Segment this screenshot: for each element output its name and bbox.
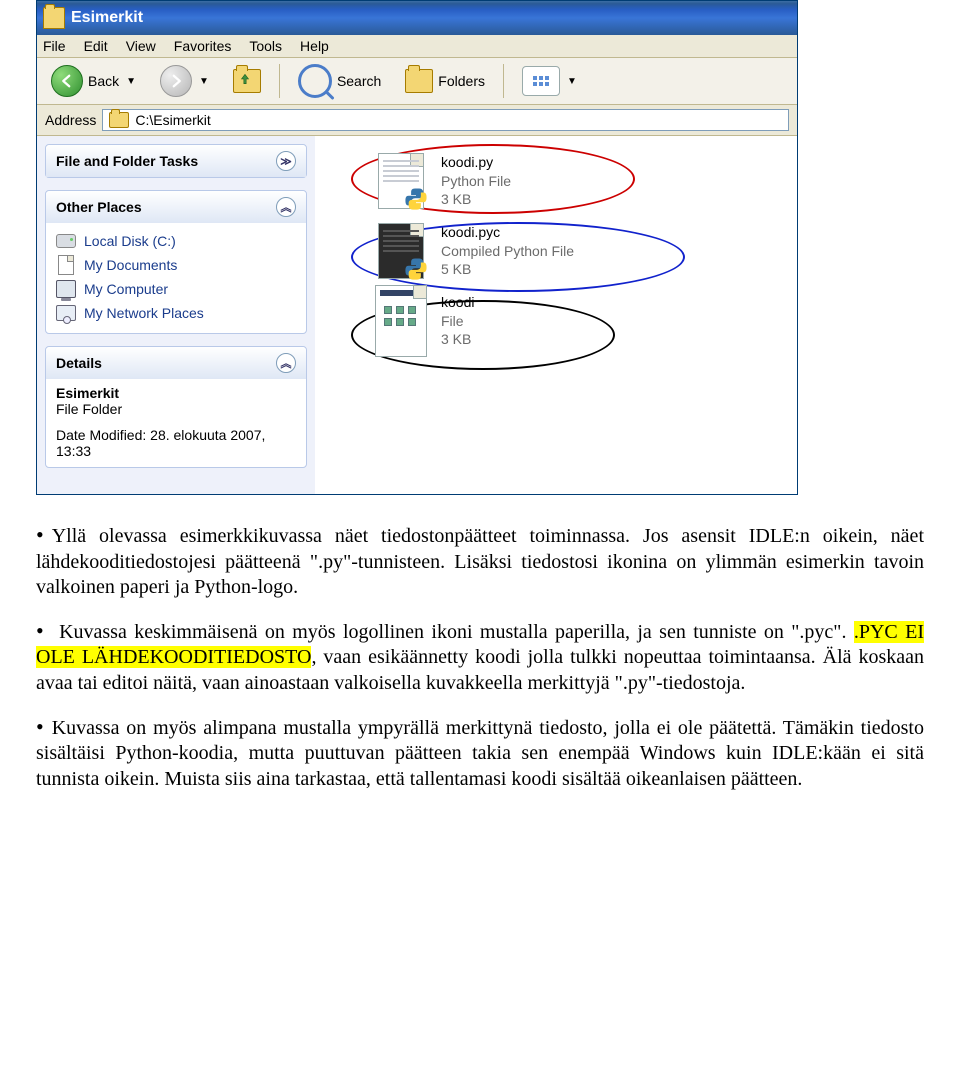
tasks-title: File and Folder Tasks (56, 153, 198, 169)
expand-icon[interactable]: ≫ (276, 151, 296, 171)
file-item-py[interactable]: koodi.py Python File 3 KB (375, 146, 787, 216)
file-item-pyc[interactable]: koodi.pyc Compiled Python File 5 KB (375, 216, 787, 286)
document-icon (58, 255, 74, 275)
folders-icon (405, 69, 433, 93)
file-folder-tasks: File and Folder Tasks ≫ (45, 144, 307, 178)
place-label: My Network Places (84, 305, 204, 321)
back-button[interactable]: Back ▼ (41, 63, 146, 99)
details-panel: Details ︽ Esimerkit File Folder Date Mod… (45, 346, 307, 468)
address-path: C:\Esimerkit (135, 112, 210, 128)
search-label: Search (337, 73, 381, 89)
details-name: Esimerkit (56, 385, 296, 401)
file-type: Python File (441, 172, 511, 191)
details-kind: File Folder (56, 401, 296, 417)
file-type: File (441, 312, 474, 331)
menubar: File Edit View Favorites Tools Help (37, 35, 797, 58)
address-field[interactable]: C:\Esimerkit (102, 109, 789, 131)
forward-button[interactable]: ▼ (150, 63, 219, 99)
place-my-computer[interactable]: My Computer (56, 277, 296, 301)
place-label: My Computer (84, 281, 168, 297)
folder-icon (109, 112, 129, 128)
folder-up-icon (233, 69, 261, 93)
titlebar[interactable]: Esimerkit (37, 1, 797, 35)
folders-button[interactable]: Folders (395, 63, 495, 99)
menu-view[interactable]: View (126, 38, 156, 54)
menu-file[interactable]: File (43, 38, 66, 54)
chevron-down-icon: ▼ (126, 76, 136, 87)
folders-label: Folders (438, 73, 485, 89)
details-title: Details (56, 355, 102, 371)
computer-icon (56, 280, 76, 298)
place-label: My Documents (84, 257, 177, 273)
details-modified: Date Modified: 28. elokuuta 2007, 13:33 (56, 427, 296, 459)
paragraph-3: Kuvassa on myös alimpana mustalla ympyrä… (36, 713, 924, 793)
file-size: 3 KB (441, 190, 511, 209)
chevron-down-icon: ▼ (199, 76, 209, 87)
separator (279, 64, 280, 98)
menu-tools[interactable]: Tools (249, 38, 282, 54)
menu-favorites[interactable]: Favorites (174, 38, 232, 54)
views-icon (522, 66, 560, 96)
search-icon (298, 64, 332, 98)
search-button[interactable]: Search (288, 63, 391, 99)
chevron-down-icon: ▼ (567, 76, 577, 87)
back-arrow-icon (51, 65, 83, 97)
compiled-python-file-icon (375, 222, 427, 280)
place-my-network[interactable]: My Network Places (56, 301, 296, 325)
file-size: 5 KB (441, 260, 574, 279)
place-label: Local Disk (C:) (84, 233, 176, 249)
window-title: Esimerkit (71, 9, 143, 27)
separator (503, 64, 504, 98)
file-size: 3 KB (441, 330, 474, 349)
other-places: Other Places ︽ Local Disk (C:) My Docume… (45, 190, 307, 334)
file-type: Compiled Python File (441, 242, 574, 261)
file-name: koodi.py (441, 153, 511, 172)
address-label: Address (45, 112, 96, 128)
back-label: Back (88, 73, 119, 89)
python-file-icon (375, 152, 427, 210)
file-item-noext[interactable]: koodi File 3 KB (375, 286, 787, 356)
disk-icon (56, 234, 76, 248)
menu-help[interactable]: Help (300, 38, 329, 54)
place-local-disk[interactable]: Local Disk (C:) (56, 229, 296, 253)
address-bar: Address C:\Esimerkit (37, 105, 797, 136)
folder-icon (43, 7, 65, 29)
tasks-pane: File and Folder Tasks ≫ Other Places ︽ (37, 136, 315, 494)
collapse-icon[interactable]: ︽ (276, 353, 296, 373)
file-list: koodi.py Python File 3 KB (315, 136, 797, 494)
file-name: koodi (441, 293, 474, 312)
views-button[interactable]: ▼ (512, 63, 587, 99)
body-text: Yllä olevassa esimerkkikuvassa näet tied… (36, 521, 924, 792)
menu-edit[interactable]: Edit (84, 38, 108, 54)
other-places-title: Other Places (56, 199, 142, 215)
collapse-icon[interactable]: ︽ (276, 197, 296, 217)
paragraph-2: Kuvassa keskimmäisenä on myös logollinen… (36, 617, 924, 697)
explorer-window: Esimerkit File Edit View Favorites Tools… (36, 0, 798, 495)
toolbar: Back ▼ ▼ Search (37, 58, 797, 105)
network-icon (56, 305, 76, 321)
forward-arrow-icon (160, 65, 192, 97)
place-my-documents[interactable]: My Documents (56, 253, 296, 277)
file-name: koodi.pyc (441, 223, 574, 242)
generic-file-icon (375, 292, 427, 350)
up-button[interactable] (223, 63, 271, 99)
paragraph-1: Yllä olevassa esimerkkikuvassa näet tied… (36, 521, 924, 601)
